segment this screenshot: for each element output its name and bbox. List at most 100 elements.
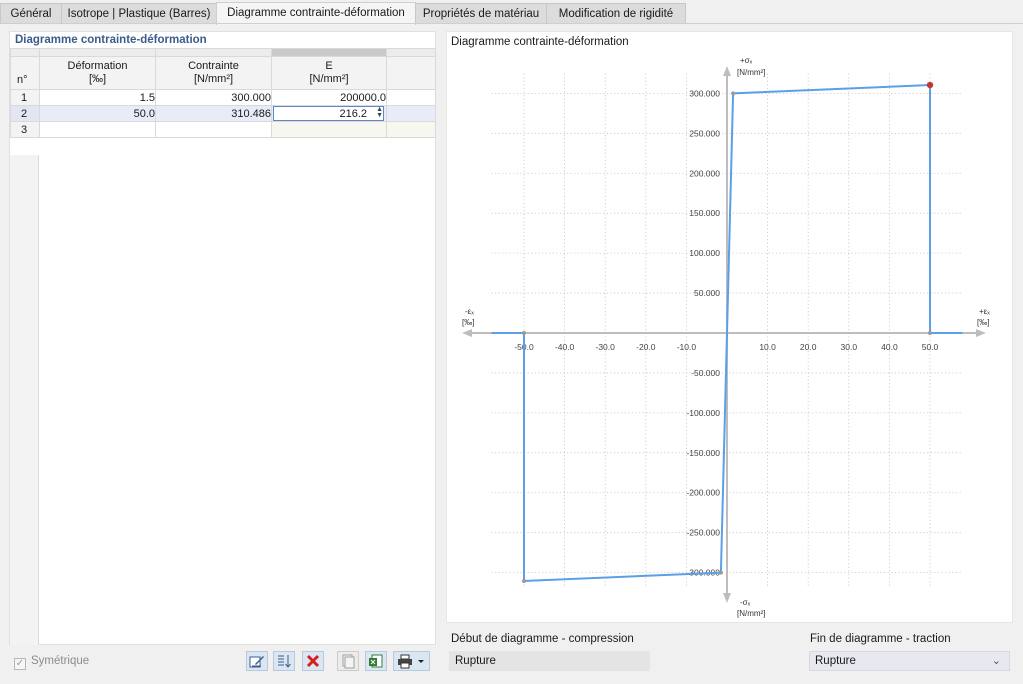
y-tick-label: 300.000 (689, 88, 720, 98)
table-row[interactable]: 2 50.0 310.486 216.2 ▲ ▼ (10, 105, 436, 122)
y-axis-bottom-arrow (723, 593, 731, 603)
col-header-empty (386, 56, 436, 90)
tab-isotrope-plastique[interactable]: Isotrope | Plastique (Barres) (61, 3, 217, 24)
edit-button[interactable] (246, 651, 268, 671)
copy-icon (342, 654, 355, 669)
cell-e-editing[interactable]: 216.2 ▲ ▼ (271, 105, 387, 122)
cell-contrainte[interactable]: 300.000 (155, 89, 272, 106)
y-tick-label: -200.000 (686, 488, 720, 498)
print-icon (397, 654, 424, 669)
edit-icon (249, 656, 264, 668)
delete-icon (306, 654, 320, 668)
fin-diagramme-dropdown[interactable]: Rupture ⌄ (809, 651, 1010, 671)
x-tick-label: -30.0 (596, 342, 616, 352)
col-deformation-label: Déformation (67, 60, 128, 72)
col-header-no: n° (10, 56, 40, 90)
copy-button[interactable] (337, 651, 359, 671)
x-tick-label: 40.0 (881, 342, 898, 352)
y-tick-label: 250.000 (689, 128, 720, 138)
x-tick-label: -10.0 (677, 342, 697, 352)
stress-strain-table-panel: Diagramme contrainte-déformation n° Défo… (9, 31, 436, 645)
chart-data-point (718, 570, 723, 575)
tab-diagramme-contrainte-deformation[interactable]: Diagramme contrainte-déformation (216, 2, 416, 25)
delete-button[interactable] (302, 651, 324, 671)
e-value-input[interactable]: 216.2 (273, 106, 384, 121)
spin-arrows-icon[interactable]: ▲ ▼ (376, 106, 383, 119)
x-axis-right-arrow (976, 329, 986, 337)
fin-diagramme-label: Fin de diagramme - traction (810, 633, 951, 645)
x-pos-unit: [‰] (977, 318, 989, 327)
symetrique-checkbox[interactable]: ✓ Symétrique (14, 655, 89, 670)
y-pos-label: +σₓ (740, 56, 753, 65)
y-tick-label: -150.000 (686, 448, 720, 458)
row-number[interactable]: 1 (10, 89, 40, 106)
cell-e[interactable] (271, 121, 387, 138)
table-row[interactable]: 1 1.5 300.000 200000.0 (10, 89, 436, 106)
col-header-e[interactable]: E [N/mm²] (271, 56, 387, 90)
x-tick-label: 50.0 (922, 342, 939, 352)
y-tick-label: 50.000 (694, 288, 720, 298)
excel-export-button[interactable] (365, 651, 387, 671)
chevron-down-icon[interactable]: ⌄ (992, 652, 1001, 670)
y-tick-label: -50.000 (691, 368, 720, 378)
sort-button[interactable] (273, 651, 295, 671)
row-header-column-fill (10, 155, 39, 645)
y-axis-top-arrow (723, 66, 731, 76)
col-header-deformation[interactable]: Déformation [‰] (39, 56, 156, 90)
col-deformation-unit: [‰] (88, 73, 107, 85)
x-tick-label: 30.0 (841, 342, 858, 352)
tab-proprietes-materiau[interactable]: Propriétés de matériau (415, 3, 547, 24)
table-panel-title: Diagramme contrainte-déformation (15, 34, 207, 46)
col-e-unit: [N/mm²] (309, 73, 349, 85)
y-pos-unit: [N/mm²] (737, 68, 765, 77)
table-row[interactable]: 3 (10, 121, 436, 138)
chart-axes (462, 66, 986, 603)
sort-icon (278, 655, 291, 668)
col-contrainte-label: Contrainte (188, 60, 239, 72)
stress-strain-table: n° Déformation [‰] Contrainte [N/mm²] E … (10, 48, 436, 138)
debut-diagramme-field: Rupture (449, 651, 650, 671)
excel-icon (369, 654, 383, 668)
x-neg-label: -εₓ (465, 307, 474, 316)
x-tick-label: -20.0 (636, 342, 656, 352)
col-header-contrainte[interactable]: Contrainte [N/mm²] (155, 56, 272, 90)
chart-data-point (731, 91, 736, 96)
y-neg-label: -σₓ (740, 598, 751, 607)
chart-data-point (522, 578, 526, 583)
row-number[interactable]: 3 (10, 121, 40, 138)
cell-contrainte[interactable] (155, 121, 272, 138)
x-pos-label: +εₓ (979, 307, 990, 316)
chart-end-point (926, 81, 934, 89)
tab-bar: Général Isotrope | Plastique (Barres) Di… (0, 0, 1023, 25)
cell-empty (386, 121, 436, 138)
checkbox-check-icon[interactable]: ✓ (14, 658, 26, 670)
chart-data-point (928, 331, 932, 335)
tab-modification-rigidite[interactable]: Modification de rigidité (546, 3, 686, 24)
cell-deformation[interactable] (39, 121, 156, 138)
e-input-text: 216.2 (339, 108, 367, 120)
chart-data-point (522, 331, 526, 335)
y-tick-label: 150.000 (689, 208, 720, 218)
print-button[interactable] (393, 651, 430, 671)
y-tick-label: -250.000 (686, 528, 720, 538)
symetrique-label: Symétrique (31, 655, 90, 667)
debut-diagramme-label: Début de diagramme - compression (451, 633, 634, 645)
col-contrainte-unit: [N/mm²] (193, 73, 234, 85)
y-tick-label: 100.000 (689, 248, 720, 258)
x-axis-left-arrow (462, 329, 472, 337)
row-number[interactable]: 2 (10, 105, 40, 122)
tab-general[interactable]: Général (0, 3, 62, 24)
col-e-label: E (325, 60, 333, 72)
y-tick-label: -100.000 (686, 408, 720, 418)
cell-empty (386, 105, 436, 122)
x-tick-label: 20.0 (800, 342, 817, 352)
cell-deformation[interactable]: 50.0 (39, 105, 156, 122)
chart-title: Diagramme contrainte-déformation (451, 36, 629, 48)
cell-deformation[interactable]: 1.5 (39, 89, 156, 106)
tab-strip-line (0, 23, 1023, 24)
x-neg-unit: [‰] (462, 318, 474, 327)
x-tick-label: -40.0 (555, 342, 575, 352)
cell-empty (386, 89, 436, 106)
cell-contrainte[interactable]: 310.486 (155, 105, 272, 122)
cell-e[interactable]: 200000.0 (271, 89, 387, 106)
